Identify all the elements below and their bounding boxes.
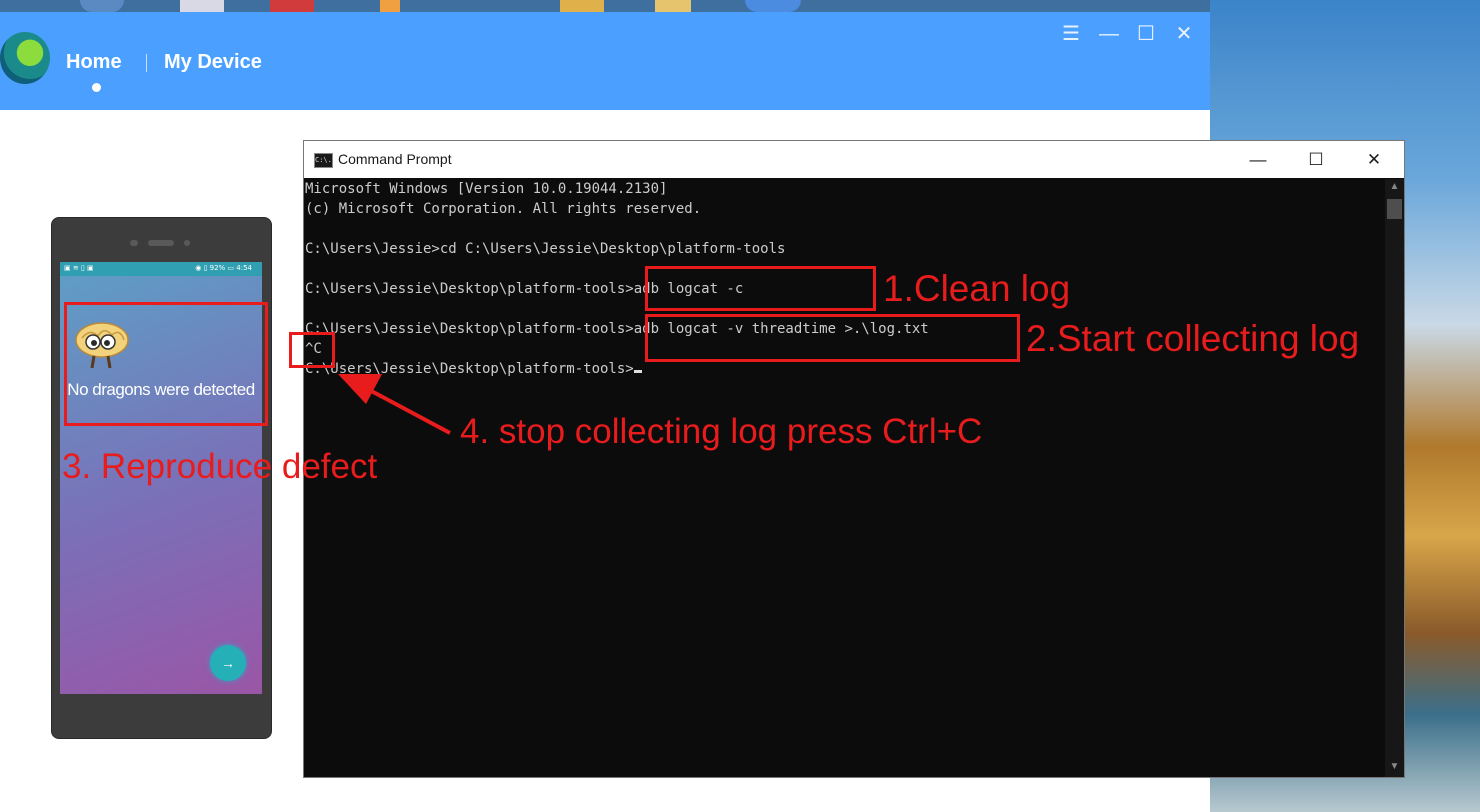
annotation-box-clean-log — [645, 266, 876, 311]
annotation-box-ctrl-c — [289, 332, 335, 368]
cmd-app-icon: C:\. — [314, 153, 333, 168]
desktop-icon-strip — [0, 0, 1210, 12]
cmd-maximize-button[interactable]: ☐ — [1287, 141, 1345, 178]
annotation-step4: 4. stop collecting log press Ctrl+C — [460, 412, 983, 451]
app-header: Home My Device ☰ — ☐ ✕ — [0, 12, 1210, 110]
desktop-icon[interactable] — [180, 0, 224, 12]
scroll-up-arrow-icon[interactable]: ▲ — [1385, 181, 1404, 195]
command-prompt-window: C:\. Command Prompt — ☐ ✕ Microsoft Wind… — [303, 140, 1405, 778]
cmd-minimize-button[interactable]: — — [1229, 141, 1287, 178]
desktop-icon[interactable] — [655, 0, 691, 12]
app-logo-icon — [0, 32, 50, 84]
cmd-close-button[interactable]: ✕ — [1345, 141, 1403, 178]
annotation-box-start-log — [645, 314, 1020, 362]
desktop-icon[interactable] — [380, 0, 400, 12]
annotation-box-phone — [64, 302, 268, 426]
active-tab-indicator — [92, 83, 101, 92]
text-cursor — [633, 370, 642, 373]
close-button[interactable]: ✕ — [1172, 22, 1196, 46]
annotation-step1: 1.Clean log — [883, 268, 1071, 309]
annotation-step3: 3. Reproduce defect — [62, 447, 378, 486]
desktop-icon[interactable] — [560, 0, 604, 12]
next-arrow-button[interactable]: → — [210, 645, 246, 681]
phone-camera-icon — [130, 240, 190, 246]
terminal-line: C:\Users\Jessie>cd C:\Users\Jessie\Deskt… — [305, 241, 786, 257]
minimize-button[interactable]: — — [1097, 22, 1121, 46]
phone-status-bar: ▣ ≋ ▯ ▣ ◉ ▯ 92% ▭ 4:54 — [60, 262, 262, 276]
cmd-scrollbar[interactable]: ▲ ▼ — [1385, 179, 1404, 777]
annotation-arrow-icon — [338, 374, 451, 435]
nav-home-tab[interactable]: Home — [66, 51, 122, 74]
nav-my-device-tab[interactable]: My Device — [164, 51, 262, 74]
status-icons-left: ▣ ≋ ▯ ▣ — [64, 264, 94, 272]
status-icons-right: ◉ ▯ 92% ▭ 4:54 — [195, 264, 252, 272]
terminal-line: Microsoft Windows [Version 10.0.19044.21… — [305, 181, 668, 197]
desktop-icon[interactable] — [80, 0, 124, 12]
scroll-thumb[interactable] — [1387, 199, 1402, 219]
desktop-icon[interactable] — [270, 0, 314, 12]
maximize-button[interactable]: ☐ — [1134, 22, 1158, 46]
desktop-icon[interactable] — [745, 0, 801, 12]
cmd-title-bar[interactable]: C:\. Command Prompt — ☐ ✕ — [304, 141, 1404, 178]
cmd-title: Command Prompt — [338, 151, 452, 167]
scroll-down-arrow-icon[interactable]: ▼ — [1385, 761, 1404, 775]
annotation-step2: 2.Start collecting log — [1026, 318, 1360, 359]
nav-divider — [146, 54, 147, 72]
menu-icon[interactable]: ☰ — [1059, 22, 1083, 46]
terminal-line: (c) Microsoft Corporation. All rights re… — [305, 201, 702, 217]
